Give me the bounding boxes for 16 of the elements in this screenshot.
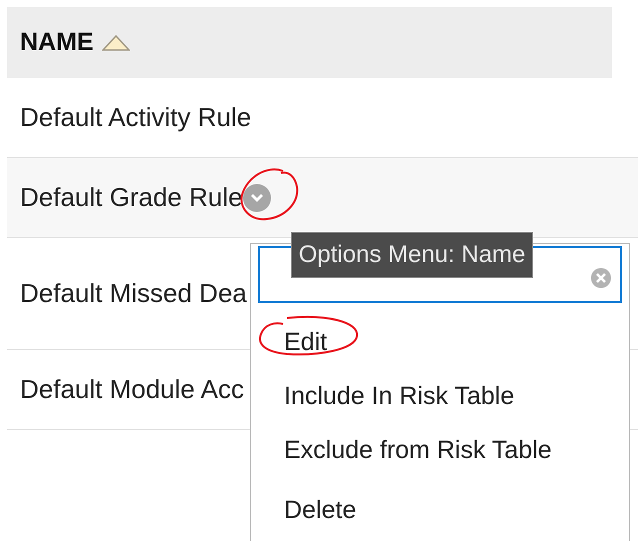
tooltip: Options Menu: Name <box>291 232 533 278</box>
clear-icon[interactable] <box>590 267 612 289</box>
options-button[interactable] <box>242 184 271 212</box>
table-row[interactable]: Default Grade Rule <box>7 158 638 238</box>
table-header[interactable]: NAME <box>7 7 612 78</box>
menu-item[interactable]: Exclude from Risk Table <box>284 423 552 477</box>
rule-name: Default Missed Dea <box>20 278 247 309</box>
menu-item[interactable]: Edit <box>284 315 328 369</box>
rule-name: Default Module Acc <box>20 374 244 405</box>
chevron-icon <box>248 192 265 204</box>
rule-name: Default Activity Rule <box>20 102 252 133</box>
column-header: NAME <box>20 28 94 57</box>
rule-name: Default Grade Rule <box>20 182 243 213</box>
menu-item[interactable]: Include In Risk Table <box>284 369 514 423</box>
sort-triangle-icon[interactable] <box>102 34 130 50</box>
menu-item[interactable]: Delete <box>284 483 356 537</box>
